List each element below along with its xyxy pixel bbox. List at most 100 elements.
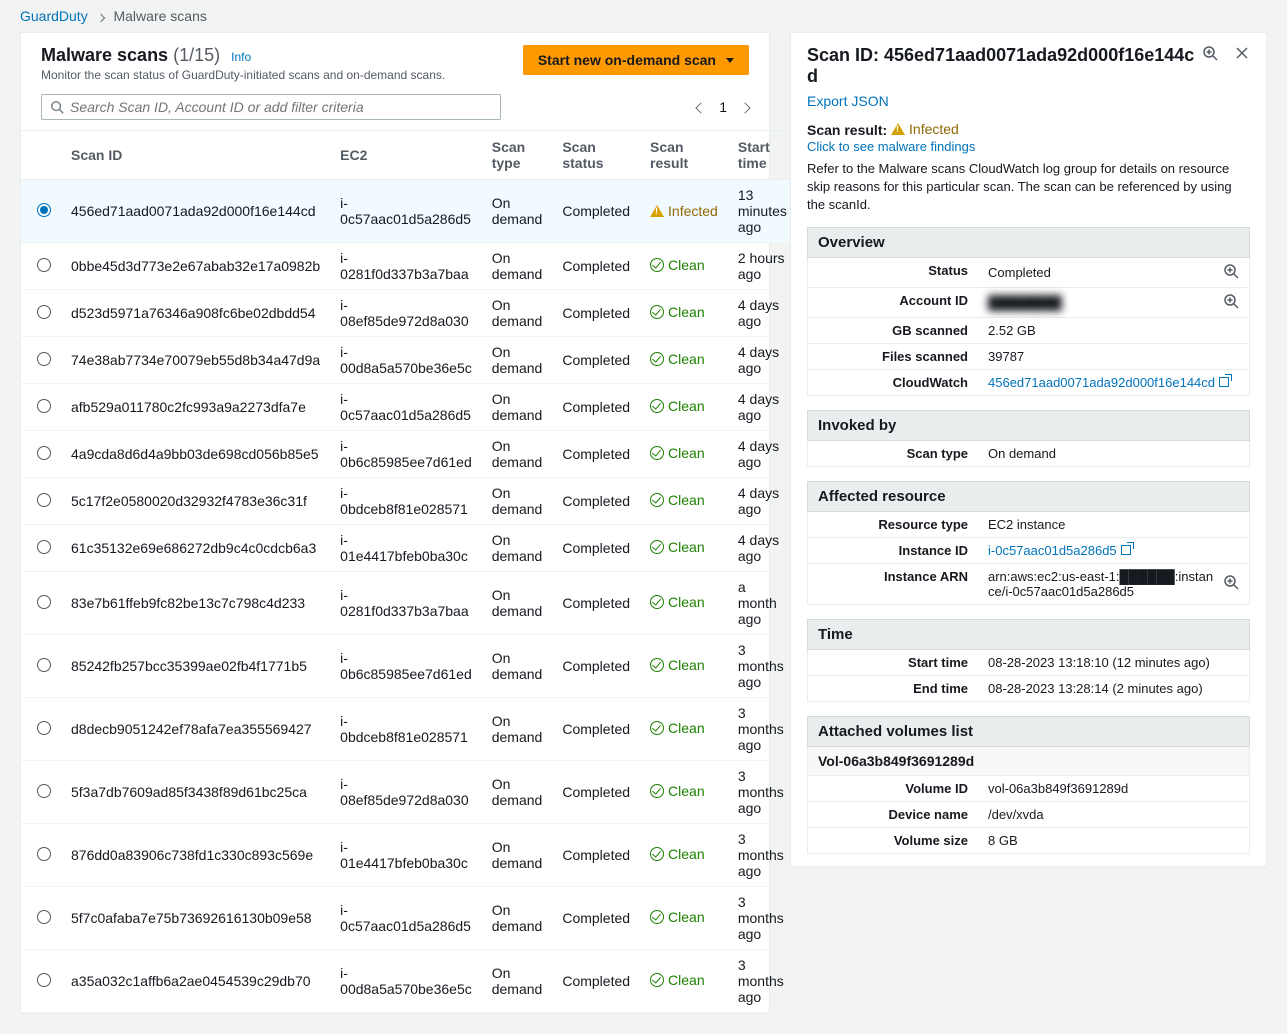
check-circle-icon <box>650 658 664 672</box>
row-radio[interactable] <box>37 203 51 217</box>
detail-title: Scan ID: 456ed71aad0071ada92d000f16e144c… <box>807 45 1202 87</box>
table-row[interactable]: 85242fb257bcc35399ae02fb4f1771b5i-0b6c85… <box>21 635 797 698</box>
table-row[interactable]: a35a032c1affb6a2ae0454539c29db70i-00d8a5… <box>21 950 797 1013</box>
cell-scan-id: 74e38ab7734e70079eb55d8b34a47d9a <box>61 337 330 384</box>
table-row[interactable]: 456ed71aad0071ada92d000f16e144cdi-0c57aa… <box>21 180 797 243</box>
row-radio[interactable] <box>37 305 51 319</box>
table-row[interactable]: afb529a011780c2fc993a9a2273dfa7ei-0c57aa… <box>21 384 797 431</box>
row-radio[interactable] <box>37 258 51 272</box>
row-radio[interactable] <box>37 658 51 672</box>
cell-scan-id: 4a9cda8d6d4a9bb03de698cd056b85e5 <box>61 431 330 478</box>
page-subtitle: Monitor the scan status of GuardDuty-ini… <box>41 68 445 82</box>
page-next-button[interactable] <box>741 99 749 115</box>
cell-scan-result: Clean <box>640 525 728 572</box>
cell-scan-type: On demand <box>482 525 553 572</box>
table-row[interactable]: 876dd0a83906c738fd1c330c893c569ei-01e441… <box>21 824 797 887</box>
cell-scan-type: On demand <box>482 950 553 1013</box>
info-link[interactable]: Info <box>231 50 251 64</box>
findings-link[interactable]: Click to see malware findings <box>807 139 975 154</box>
cell-start-time: 3 months ago <box>728 950 797 1013</box>
check-circle-icon <box>650 910 664 924</box>
cell-start-time: 2 hours ago <box>728 243 797 290</box>
page-number: 1 <box>719 99 727 115</box>
cell-scan-result: Clean <box>640 887 728 950</box>
search-input-wrapper[interactable] <box>41 94 501 120</box>
cell-scan-id: d523d5971a76346a908fc6be02dbdd54 <box>61 290 330 337</box>
cell-start-time: 3 months ago <box>728 887 797 950</box>
status-clean: Clean <box>650 909 705 925</box>
row-radio[interactable] <box>37 493 51 507</box>
cell-scan-type: On demand <box>482 761 553 824</box>
check-circle-icon <box>650 540 664 554</box>
table-row[interactable]: d523d5971a76346a908fc6be02dbdd54i-08ef85… <box>21 290 797 337</box>
search-input[interactable] <box>70 99 492 115</box>
start-scan-button[interactable]: Start new on-demand scan <box>523 45 749 75</box>
cell-start-time: a month ago <box>728 572 797 635</box>
cell-scan-id: 83e7b61ffeb9fc82be13c7c798c4d233 <box>61 572 330 635</box>
table-row[interactable]: 5c17f2e0580020d32932f4783e36c31fi-0bdceb… <box>21 478 797 525</box>
zoom-icon[interactable] <box>1202 45 1218 64</box>
col-ec2[interactable]: EC2 <box>330 131 482 180</box>
row-radio[interactable] <box>37 540 51 554</box>
table-row[interactable]: 0bbe45d3d773e2e67abab32e17a0982bi-0281f0… <box>21 243 797 290</box>
cell-ec2: i-08ef85de972d8a030 <box>330 290 482 337</box>
table-row[interactable]: 74e38ab7734e70079eb55d8b34a47d9ai-00d8a5… <box>21 337 797 384</box>
status-clean: Clean <box>650 351 705 367</box>
cell-start-time: 3 months ago <box>728 635 797 698</box>
cloudwatch-link[interactable]: 456ed71aad0071ada92d000f16e144cd <box>988 375 1231 390</box>
table-row[interactable]: 4a9cda8d6d4a9bb03de698cd056b85e5i-0b6c85… <box>21 431 797 478</box>
col-scan-result[interactable]: Scan result <box>640 131 728 180</box>
row-radio[interactable] <box>37 973 51 987</box>
table-row[interactable]: d8decb9051242ef78afa7ea355569427i-0bdceb… <box>21 698 797 761</box>
breadcrumb-parent[interactable]: GuardDuty <box>20 8 88 24</box>
row-radio[interactable] <box>37 847 51 861</box>
row-radio[interactable] <box>37 446 51 460</box>
cell-scan-id: d8decb9051242ef78afa7ea355569427 <box>61 698 330 761</box>
cell-scan-status: Completed <box>552 698 640 761</box>
col-scan-id[interactable]: Scan ID <box>61 131 330 180</box>
cell-start-time: 3 months ago <box>728 698 797 761</box>
cell-ec2: i-0bdceb8f81e028571 <box>330 478 482 525</box>
cell-scan-status: Completed <box>552 824 640 887</box>
export-json-link[interactable]: Export JSON <box>807 93 889 109</box>
cell-start-time: 4 days ago <box>728 478 797 525</box>
cell-scan-result: Clean <box>640 824 728 887</box>
cell-start-time: 4 days ago <box>728 290 797 337</box>
row-radio[interactable] <box>37 595 51 609</box>
zoom-icon[interactable] <box>1223 293 1239 312</box>
col-scan-type[interactable]: Scan type <box>482 131 553 180</box>
row-radio[interactable] <box>37 399 51 413</box>
table-row[interactable]: 5f3a7db7609ad85f3438f89d61bc25cai-08ef85… <box>21 761 797 824</box>
page-prev-button[interactable] <box>697 99 705 115</box>
cell-scan-result: Clean <box>640 572 728 635</box>
cell-start-time: 4 days ago <box>728 431 797 478</box>
col-start-time[interactable]: Start time <box>728 131 797 180</box>
cell-scan-id: 5f3a7db7609ad85f3438f89d61bc25ca <box>61 761 330 824</box>
cell-scan-status: Completed <box>552 290 640 337</box>
cell-scan-result: Clean <box>640 431 728 478</box>
row-radio[interactable] <box>37 352 51 366</box>
table-row[interactable]: 83e7b61ffeb9fc82be13c7c798c4d233i-0281f0… <box>21 572 797 635</box>
caret-down-icon <box>726 58 734 63</box>
col-scan-status[interactable]: Scan status <box>552 131 640 180</box>
status-clean: Clean <box>650 492 705 508</box>
row-radio[interactable] <box>37 721 51 735</box>
zoom-icon[interactable] <box>1223 574 1239 593</box>
zoom-icon[interactable] <box>1223 263 1239 282</box>
cell-scan-result: Clean <box>640 478 728 525</box>
search-icon <box>50 100 64 114</box>
row-radio[interactable] <box>37 784 51 798</box>
cell-scan-id: a35a032c1affb6a2ae0454539c29db70 <box>61 950 330 1013</box>
cell-scan-status: Completed <box>552 384 640 431</box>
cell-scan-result: Clean <box>640 635 728 698</box>
cell-scan-type: On demand <box>482 431 553 478</box>
cell-scan-result: Infected <box>640 180 728 243</box>
table-row[interactable]: 61c35132e69e686272db9c4c0cdcb6a3i-01e441… <box>21 525 797 572</box>
cell-scan-result: Clean <box>640 761 728 824</box>
cell-scan-id: 85242fb257bcc35399ae02fb4f1771b5 <box>61 635 330 698</box>
detail-panel: Scan ID: 456ed71aad0071ada92d000f16e144c… <box>790 32 1267 867</box>
close-icon[interactable] <box>1234 45 1250 64</box>
instance-id-link[interactable]: i-0c57aac01d5a286d5 <box>988 543 1133 558</box>
row-radio[interactable] <box>37 910 51 924</box>
table-row[interactable]: 5f7c0afaba7e75b73692616130b09e58i-0c57aa… <box>21 887 797 950</box>
